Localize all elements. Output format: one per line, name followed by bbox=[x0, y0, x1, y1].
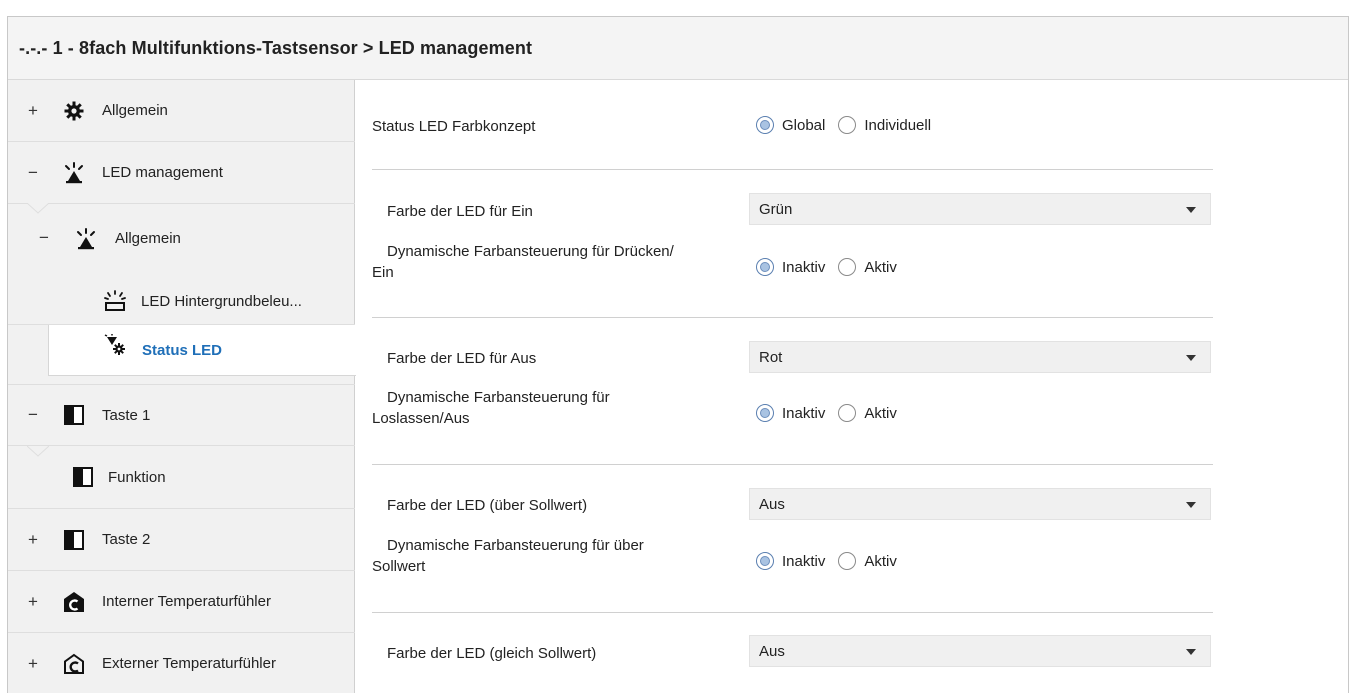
radio-button[interactable] bbox=[838, 116, 857, 134]
dyn-press-label-line1: Dynamische Farbansteuerung für Drücken/ bbox=[387, 243, 674, 260]
radio-label: Individuell bbox=[864, 116, 932, 134]
house-c-outline-icon bbox=[63, 653, 85, 675]
sidebar-item-label: Funktion bbox=[108, 468, 166, 486]
chevron-down-icon bbox=[1186, 502, 1196, 508]
collapse-toggle[interactable]: − bbox=[26, 405, 40, 425]
sidebar-item-status-led[interactable]: Status LED bbox=[48, 325, 356, 376]
radio-button-checked[interactable] bbox=[756, 404, 774, 422]
color-above-setpoint-label: Farbe der LED (über Sollwert) bbox=[387, 497, 588, 514]
sidebar: + Allgemein − LED management − Allgemein bbox=[8, 80, 356, 693]
led-backlight-icon bbox=[104, 290, 126, 312]
sidebar-item-led-management[interactable]: − LED management bbox=[8, 142, 355, 214]
radio-button[interactable] bbox=[838, 404, 857, 422]
color-equal-setpoint-label: Farbe der LED (gleich Sollwert) bbox=[387, 645, 597, 662]
sidebar-item-label: Taste 1 bbox=[102, 406, 151, 424]
dyn-press-radio-group: Inaktiv Aktiv bbox=[756, 258, 910, 276]
section-divider bbox=[372, 612, 1213, 613]
expand-toggle[interactable]: + bbox=[26, 654, 40, 674]
expand-toggle[interactable]: + bbox=[26, 592, 40, 612]
color-on-label: Farbe der LED für Ein bbox=[387, 203, 533, 220]
radio-individuell[interactable]: Individuell bbox=[838, 116, 931, 134]
section-divider bbox=[372, 464, 1213, 465]
section-divider bbox=[372, 317, 1213, 318]
radio-label: Inaktiv bbox=[782, 404, 826, 422]
color-off-select[interactable]: Rot bbox=[749, 341, 1211, 373]
led-lamp-icon bbox=[75, 228, 97, 250]
sidebar-item-label: Taste 2 bbox=[102, 531, 151, 548]
breadcrumb-header: -.-.- 1 - 8fach Multifunktions-Tastsenso… bbox=[8, 17, 1348, 80]
radio-label: Global bbox=[782, 116, 826, 134]
color-on-select[interactable]: Grün bbox=[749, 193, 1211, 225]
sidebar-item-label: Allgemein bbox=[115, 230, 181, 247]
dyn-release-label-line1: Dynamische Farbansteuerung für bbox=[387, 389, 610, 406]
radio-inaktiv[interactable]: Inaktiv bbox=[756, 552, 825, 570]
collapse-toggle[interactable]: − bbox=[26, 163, 40, 183]
farbkonzept-radio-group: Global Individuell bbox=[756, 116, 944, 134]
dyn-release-radio-group: Inaktiv Aktiv bbox=[756, 404, 910, 422]
gear-icon bbox=[63, 100, 85, 122]
select-value: Rot bbox=[759, 348, 783, 366]
sidebar-item-label: Allgemein bbox=[102, 102, 168, 119]
expand-toggle[interactable]: + bbox=[26, 530, 40, 550]
radio-aktiv[interactable]: Aktiv bbox=[838, 258, 897, 276]
radio-inaktiv[interactable]: Inaktiv bbox=[756, 404, 825, 422]
house-c-icon bbox=[63, 591, 85, 613]
select-value: Aus bbox=[759, 642, 785, 660]
sidebar-item-taste-2[interactable]: + Taste 2 bbox=[8, 509, 355, 571]
led-lamp-icon bbox=[63, 161, 85, 184]
button-half-icon bbox=[63, 529, 85, 551]
radio-label: Inaktiv bbox=[782, 258, 826, 276]
sidebar-item-label: Externer Temperaturfühler bbox=[102, 655, 276, 672]
chevron-down-icon bbox=[1186, 207, 1196, 213]
sidebar-item-label: LED Hintergrundbeleu... bbox=[141, 292, 302, 310]
radio-aktiv[interactable]: Aktiv bbox=[838, 552, 897, 570]
color-above-setpoint-select[interactable]: Aus bbox=[749, 488, 1211, 520]
radio-aktiv[interactable]: Aktiv bbox=[838, 404, 897, 422]
radio-label: Aktiv bbox=[864, 404, 897, 422]
color-off-label: Farbe der LED für Aus bbox=[387, 350, 537, 367]
radio-button[interactable] bbox=[838, 258, 857, 276]
sidebar-item-label: Status LED bbox=[142, 341, 223, 359]
dyn-press-label-line2: Ein bbox=[372, 264, 394, 281]
radio-button-checked[interactable] bbox=[756, 116, 774, 134]
expand-toggle[interactable]: + bbox=[26, 101, 40, 121]
chevron-down-icon bbox=[1186, 355, 1196, 361]
button-half-icon bbox=[72, 466, 94, 488]
section-divider bbox=[372, 169, 1213, 170]
select-value: Grün bbox=[759, 200, 793, 218]
parameter-panel: Status LED Farbkonzept Global Individuel… bbox=[356, 80, 1348, 693]
sidebar-item-funktion[interactable]: Funktion bbox=[8, 446, 355, 509]
button-half-icon bbox=[63, 404, 85, 426]
sidebar-item-label: LED management bbox=[102, 164, 223, 181]
farbkonzept-label: Status LED Farbkonzept bbox=[372, 118, 536, 135]
dyn-above-radio-group: Inaktiv Aktiv bbox=[756, 552, 910, 570]
sidebar-item-led-allgemein[interactable]: − Allgemein bbox=[8, 204, 355, 278]
radio-button-checked[interactable] bbox=[756, 552, 774, 570]
dyn-release-label-line2: Loslassen/Aus bbox=[372, 410, 470, 427]
radio-label: Inaktiv bbox=[782, 552, 826, 570]
radio-inaktiv[interactable]: Inaktiv bbox=[756, 258, 825, 276]
sidebar-item-taste-1[interactable]: − Taste 1 bbox=[8, 384, 355, 457]
radio-button[interactable] bbox=[838, 552, 857, 570]
radio-button-checked[interactable] bbox=[756, 258, 774, 276]
sidebar-item-externer-temperaturfuehler[interactable]: + Externer Temperaturfühler bbox=[8, 633, 355, 693]
dyn-above-label-line1: Dynamische Farbansteuerung für über bbox=[387, 537, 644, 554]
sidebar-item-label: Interner Temperaturfühler bbox=[102, 593, 271, 610]
chevron-down-icon bbox=[1186, 649, 1196, 655]
radio-label: Aktiv bbox=[864, 552, 897, 570]
page-title: -.-.- 1 - 8fach Multifunktions-Tastsenso… bbox=[19, 37, 533, 58]
radio-global[interactable]: Global bbox=[756, 116, 825, 134]
collapse-toggle[interactable]: − bbox=[37, 228, 51, 248]
sidebar-item-led-hintergrund[interactable]: LED Hintergrundbeleu... bbox=[8, 278, 355, 325]
status-led-icon bbox=[104, 334, 126, 356]
radio-label: Aktiv bbox=[864, 258, 897, 276]
color-equal-setpoint-select[interactable]: Aus bbox=[749, 635, 1211, 667]
dyn-above-label-line2: Sollwert bbox=[372, 558, 426, 575]
sidebar-item-interner-temperaturfuehler[interactable]: + Interner Temperaturfühler bbox=[8, 571, 355, 633]
app-window: -.-.- 1 - 8fach Multifunktions-Tastsenso… bbox=[7, 16, 1349, 693]
sidebar-item-allgemein[interactable]: + Allgemein bbox=[8, 80, 355, 142]
select-value: Aus bbox=[759, 495, 785, 513]
